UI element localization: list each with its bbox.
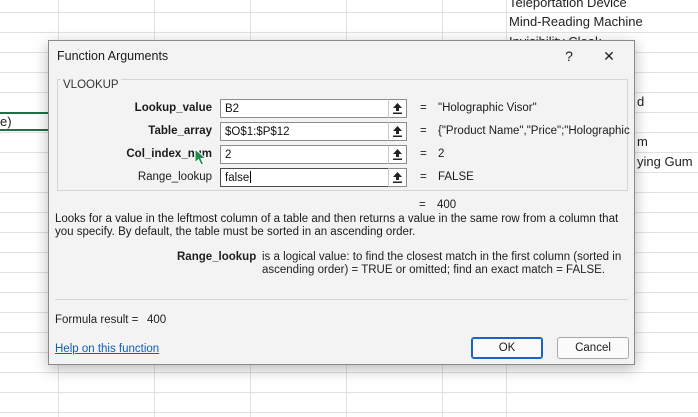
function-result: 400 [437, 199, 457, 211]
arrow-up-icon [393, 149, 402, 160]
function-arguments-dialog: Function Arguments ? ✕ VLOOKUP Lookup_va… [48, 40, 635, 365]
arg-label-range-lookup: Range_lookup [137, 171, 212, 183]
grid-line [0, 372, 698, 373]
lookup-value-input[interactable]: B2 [220, 99, 407, 118]
formula-result-value: 400 [147, 314, 167, 326]
arg-result-lookup-value: "Holographic Visor" [438, 102, 537, 114]
arrow-up-icon [393, 172, 402, 183]
divider [55, 299, 628, 300]
col-index-num-input[interactable]: 2 [220, 145, 407, 164]
help-on-function-link[interactable]: Help on this function [55, 343, 159, 355]
param-name: Range_lookup [177, 251, 257, 263]
collapse-dialog-button[interactable] [388, 168, 407, 187]
cancel-button[interactable]: Cancel [557, 337, 629, 359]
arg-label-lookup-value: Lookup_value [134, 102, 212, 114]
grid-line [0, 412, 698, 413]
equals-sign: = [420, 125, 427, 137]
equals-sign: = [420, 171, 427, 183]
grid-line [0, 32, 698, 33]
text-caret [250, 171, 252, 183]
equals-sign: = [420, 148, 427, 160]
grid-line [0, 12, 698, 13]
arg-result-col-index-num: 2 [438, 148, 445, 160]
cell-text[interactable]: d [637, 94, 644, 109]
table-array-input[interactable]: $O$1:$P$12 [220, 122, 407, 141]
cell-text[interactable]: ying Gum [637, 154, 693, 169]
cell-text[interactable]: Teleportation Device [509, 0, 627, 10]
cell-text[interactable]: e) [0, 114, 12, 129]
function-name: VLOOKUP [61, 79, 121, 91]
range-lookup-value: false [225, 172, 250, 184]
grid-line [0, 392, 698, 393]
arg-result-table-array: {"Product Name","Price";"Holographic [438, 125, 630, 137]
collapse-dialog-button[interactable] [388, 122, 407, 141]
formula-result-label: Formula result = [55, 314, 139, 326]
arg-result-range-lookup: FALSE [438, 171, 474, 183]
equals-sign: = [420, 102, 427, 114]
cell-text[interactable]: Mind-Reading Machine [509, 14, 643, 29]
dialog-titlebar[interactable]: Function Arguments ? ✕ [49, 41, 634, 71]
arg-label-table-array: Table_array [148, 125, 212, 137]
arrow-up-icon [393, 126, 402, 137]
dialog-title: Function Arguments [57, 49, 169, 63]
function-group: VLOOKUP Lookup_value B2 = "Holographic V… [57, 79, 630, 191]
range-lookup-input[interactable]: false [220, 168, 407, 187]
collapse-dialog-button[interactable] [388, 145, 407, 164]
ok-button[interactable]: OK [471, 337, 543, 359]
close-icon[interactable]: ✕ [592, 41, 626, 71]
arg-label-col-index-num: Col_index_num [126, 148, 212, 160]
mouse-cursor-icon [194, 148, 208, 166]
cell-text[interactable]: m [637, 134, 648, 149]
arrow-up-icon [393, 103, 402, 114]
param-description: is a logical value: to find the closest … [262, 251, 622, 276]
equals-sign: = [419, 199, 426, 211]
collapse-dialog-button[interactable] [388, 99, 407, 118]
help-button[interactable]: ? [552, 41, 586, 71]
function-description: Looks for a value in the leftmost column… [55, 213, 619, 238]
